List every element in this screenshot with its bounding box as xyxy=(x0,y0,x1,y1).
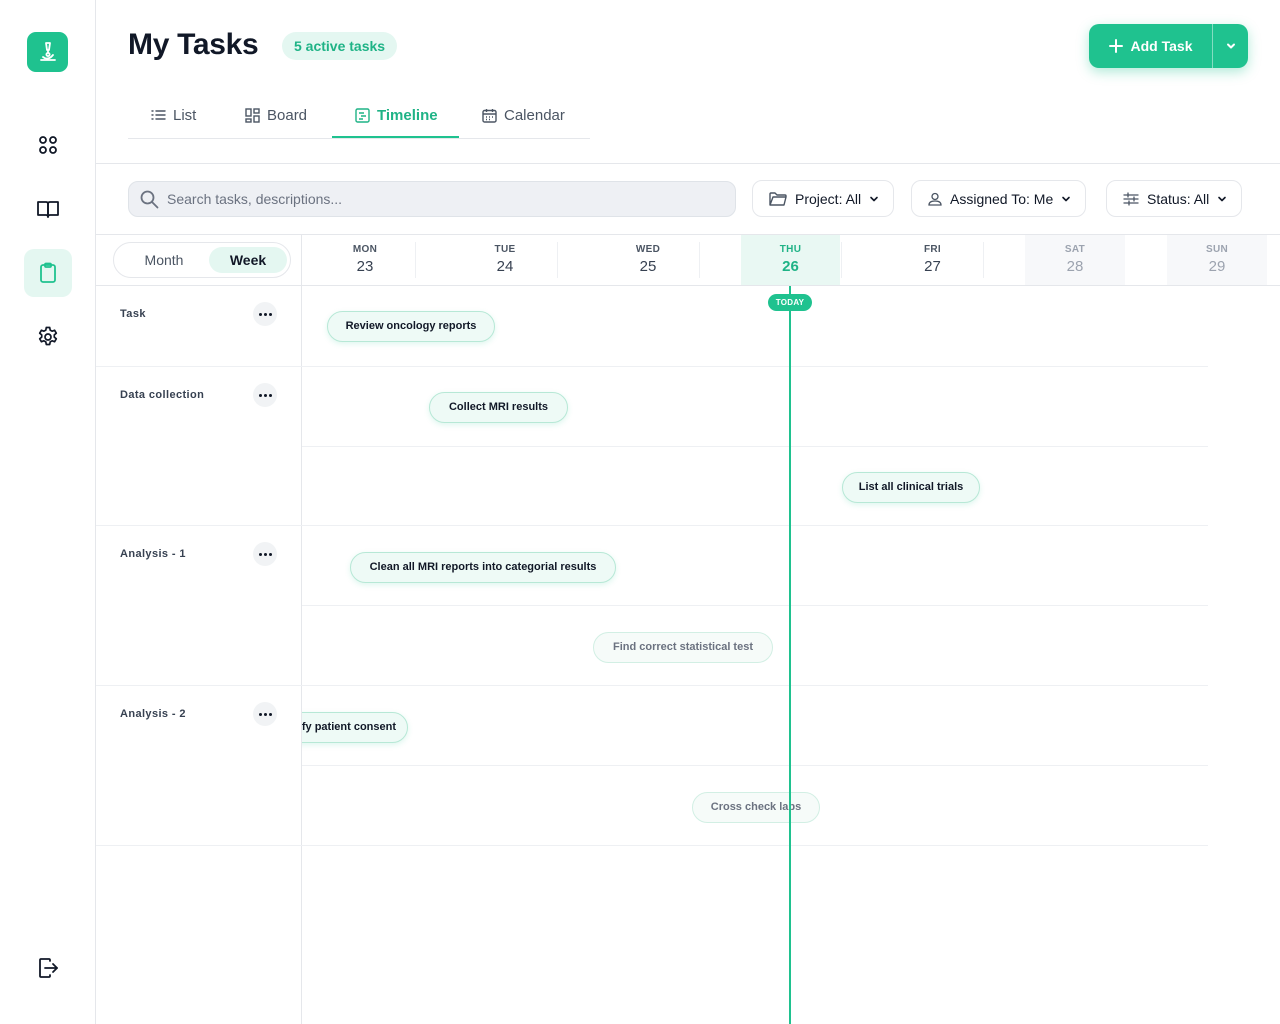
folder-icon xyxy=(769,191,787,206)
today-marker: TODAY xyxy=(768,294,812,311)
more-icon-dot xyxy=(268,393,272,397)
more-icon xyxy=(258,712,262,716)
search-input[interactable] xyxy=(167,191,707,207)
status-filter-label: Status: All xyxy=(1147,190,1210,207)
day-header-wed: WED 25 xyxy=(635,244,661,275)
sidebar xyxy=(0,0,96,1024)
logout-button[interactable] xyxy=(24,944,72,992)
day-header-fri: FRI 27 xyxy=(923,244,941,275)
day-divider xyxy=(841,242,842,278)
more-icon xyxy=(258,552,262,556)
gear-icon xyxy=(38,326,58,346)
chevron-down-icon xyxy=(1226,43,1235,49)
app-logo[interactable] xyxy=(27,32,68,72)
user-icon xyxy=(928,192,942,206)
more-icon-dot xyxy=(263,312,267,316)
chevron-down-icon xyxy=(870,196,878,201)
sidebar-item-dashboard[interactable] xyxy=(24,121,72,169)
task-bar[interactable]: Find correct statistical test xyxy=(593,632,773,663)
tab-timeline[interactable]: Timeline xyxy=(355,92,438,138)
more-icon xyxy=(258,393,262,397)
day-divider xyxy=(415,242,416,278)
more-icon xyxy=(258,312,262,316)
group-more-button[interactable] xyxy=(253,702,277,726)
group-label-data-collection: Data collection xyxy=(120,389,205,401)
grid-icon xyxy=(39,136,57,154)
more-icon-dot xyxy=(268,712,272,716)
search-icon xyxy=(140,190,159,208)
view-range-toggle: Month Week xyxy=(113,242,291,278)
add-task-label: Add Task xyxy=(1130,38,1193,54)
day-header-tue: TUE 24 xyxy=(494,244,516,275)
tab-calendar[interactable]: Calendar xyxy=(482,92,565,138)
page-title: My Tasks xyxy=(128,28,259,61)
plus-icon xyxy=(1108,39,1123,53)
day-divider xyxy=(983,242,984,278)
assigned-filter[interactable]: Assigned To: Me xyxy=(911,180,1087,217)
board-icon xyxy=(245,107,260,123)
task-bar[interactable]: Clean all MRI reports into categorial re… xyxy=(350,552,616,583)
clipboard-icon xyxy=(40,262,56,283)
group-more-button[interactable] xyxy=(253,383,277,407)
project-filter-label: Project: All xyxy=(795,190,862,207)
sliders-icon xyxy=(1123,191,1139,206)
project-filter[interactable]: Project: All xyxy=(752,180,895,217)
tab-list[interactable]: List xyxy=(151,92,196,138)
day-header-thu: THU 26 xyxy=(741,235,840,285)
task-bar[interactable]: List all clinical trials xyxy=(842,472,980,503)
week-toggle[interactable]: Week xyxy=(209,247,287,273)
status-filter[interactable]: Status: All xyxy=(1106,180,1243,217)
view-tabs: List Board Timeline Calendar xyxy=(128,92,590,139)
task-bar[interactable]: Collect MRI results xyxy=(429,392,568,423)
add-task-button[interactable]: Add Task xyxy=(1089,24,1213,68)
more-icon-dot xyxy=(268,552,272,556)
sidebar-item-tasks[interactable] xyxy=(24,249,72,297)
sidebar-item-library[interactable] xyxy=(24,185,72,233)
active-tasks-badge: 5 active tasks xyxy=(282,32,398,60)
list-icon xyxy=(151,110,166,120)
group-more-button[interactable] xyxy=(253,302,277,326)
group-label-task: Task xyxy=(120,308,146,320)
tab-board[interactable]: Board xyxy=(245,92,307,138)
task-bar[interactable]: Review oncology reports xyxy=(327,311,495,342)
group-label-analysis-1: Analysis - 1 xyxy=(120,548,186,560)
sidebar-item-settings[interactable] xyxy=(24,313,72,361)
today-line xyxy=(789,286,791,1024)
chevron-down-icon xyxy=(1062,196,1071,201)
month-toggle[interactable]: Month xyxy=(120,247,208,273)
search-box xyxy=(128,181,736,217)
active-tab-indicator xyxy=(332,136,459,138)
more-icon-dot xyxy=(263,552,267,556)
day-header-mon: MON 23 xyxy=(352,244,378,275)
timeline-icon xyxy=(355,107,370,123)
day-divider xyxy=(699,242,700,278)
more-icon-dot xyxy=(268,312,272,316)
task-bar[interactable]: Cross check labs xyxy=(692,792,820,823)
timeline-body: Review oncology reports Collect MRI resu… xyxy=(302,286,1280,1024)
more-icon-dot xyxy=(263,712,267,716)
day-header-sat: SAT 28 xyxy=(1025,235,1125,285)
assigned-filter-label: Assigned To: Me xyxy=(950,190,1054,207)
day-divider xyxy=(557,242,558,278)
chevron-down-icon xyxy=(1218,196,1227,201)
group-more-button[interactable] xyxy=(253,542,277,566)
day-header-sun: SUN 29 xyxy=(1167,235,1267,285)
more-icon-dot xyxy=(263,393,267,397)
header-divider xyxy=(96,163,1280,164)
book-icon xyxy=(37,201,59,218)
group-label-analysis-2: Analysis - 2 xyxy=(120,708,186,720)
calendar-icon xyxy=(482,108,497,123)
task-bar[interactable]: Verify patient consent xyxy=(302,712,408,743)
add-task-button-group: Add Task xyxy=(1089,24,1248,68)
add-task-dropdown-button[interactable] xyxy=(1213,24,1248,68)
microscope-icon xyxy=(39,42,56,61)
logout-icon xyxy=(39,958,58,978)
